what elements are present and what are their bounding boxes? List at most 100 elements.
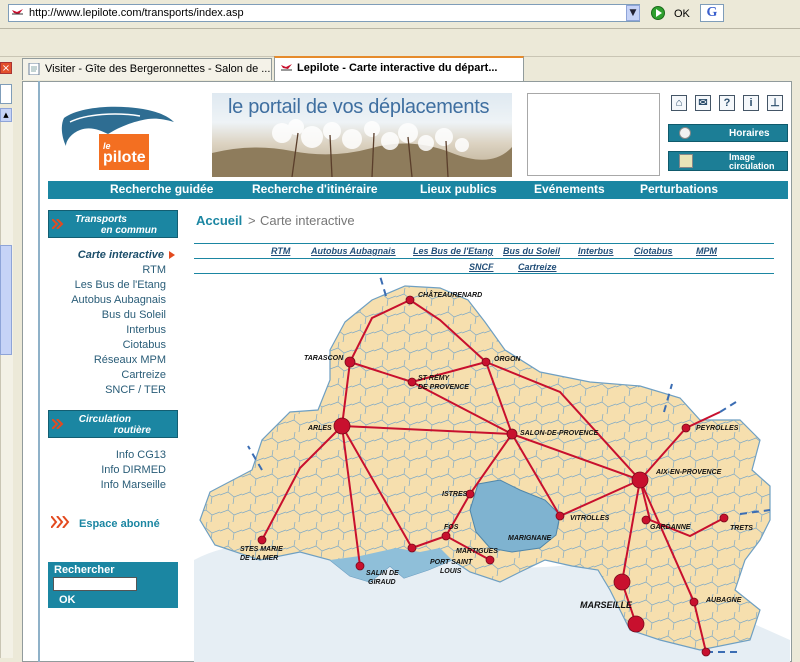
- close-icon[interactable]: ×: [0, 62, 12, 74]
- page-left-border: [38, 81, 40, 662]
- city-label: ST RÉMY: [418, 373, 450, 382]
- city-label: TARASCON: [304, 355, 344, 362]
- site-favicon-icon: [11, 7, 24, 18]
- address-input[interactable]: http://www.lepilote.com/transports/index…: [8, 4, 640, 22]
- sidebar-header-line1: Circulation: [78, 414, 131, 425]
- side-panel-scrollbar[interactable]: [0, 108, 13, 658]
- sidebar-item-bus-etang[interactable]: Les Bus de l'Etang: [75, 279, 166, 291]
- sidebar-item-info-dirmed[interactable]: Info DIRMED: [101, 464, 166, 476]
- interactive-transport-map[interactable]: CHÂTEAURENARD TARASCON ORGON ST RÉMY DE …: [194, 276, 790, 662]
- city-label: PORT SAINT: [430, 559, 473, 566]
- divider: [194, 258, 774, 259]
- operator-link-cartreize[interactable]: Cartreize: [518, 262, 557, 272]
- nav-lieux-publics[interactable]: Lieux publics: [420, 182, 497, 196]
- nav-recherche-itineraire[interactable]: Recherche d'itinéraire: [252, 182, 378, 196]
- scroll-up-icon[interactable]: ▲: [0, 108, 12, 122]
- search-input[interactable]: [53, 577, 137, 591]
- tab-label: Visiter - Gîte des Bergeronnettes - Salo…: [45, 63, 271, 75]
- city-label: SALON-DE-PROVENCE: [520, 430, 599, 437]
- operator-link-sncf[interactable]: SNCF: [469, 262, 494, 272]
- active-marker-icon: [169, 251, 175, 259]
- traffic-map-icon: [679, 154, 693, 168]
- mail-icon[interactable]: ✉: [695, 95, 711, 111]
- city-label: DE LA MER: [240, 555, 278, 562]
- divider: [194, 243, 774, 244]
- breadcrumb-home[interactable]: Accueil: [196, 213, 242, 228]
- horaires-label: Horaires: [729, 128, 770, 139]
- chevron-right-icon: [51, 516, 70, 528]
- sidebar-item-bus-soleil[interactable]: Bus du Soleil: [102, 309, 166, 321]
- chevron-right-icon: [52, 419, 64, 429]
- banner-title: le portail de vos déplacements: [228, 96, 490, 118]
- chevron-right-icon: [52, 219, 64, 229]
- city-label: CHÂTEAURENARD: [418, 290, 482, 299]
- sidebar-item-cartreize[interactable]: Cartreize: [121, 369, 166, 381]
- sidebar-item-info-cg13[interactable]: Info CG13: [116, 449, 166, 461]
- sidebar-item-autobus-aubagnais[interactable]: Autobus Aubagnais: [71, 294, 166, 306]
- site-favicon-icon: [281, 64, 292, 71]
- sidebar-item-reseaux-mpm[interactable]: Réseaux MPM: [94, 354, 166, 366]
- tab-gite[interactable]: Visiter - Gîte des Bergeronnettes - Salo…: [22, 58, 272, 80]
- horaires-button[interactable]: Horaires: [668, 124, 788, 142]
- clock-icon: [679, 127, 691, 139]
- address-dropdown-icon[interactable]: ▼: [626, 5, 640, 21]
- search-ok-button[interactable]: OK: [59, 594, 76, 606]
- search-engine-icon[interactable]: G: [700, 4, 724, 22]
- city-label: LOUIS: [440, 568, 462, 575]
- sidebar-item-sncf-ter[interactable]: SNCF / TER: [105, 384, 166, 396]
- sidebar-item-rtm[interactable]: RTM: [142, 264, 166, 276]
- nav-evenements[interactable]: Evénements: [534, 182, 605, 196]
- city-label: MARSEILLE: [580, 600, 633, 610]
- tab-toolbar: [0, 29, 800, 57]
- city-label: MARTIGUES: [456, 548, 498, 555]
- sitemap-icon[interactable]: ⊥: [767, 95, 783, 111]
- image-circulation-button[interactable]: Image circulation: [668, 151, 788, 171]
- tab-lepilote[interactable]: Lepilote - Carte interactive du départ..…: [274, 56, 524, 81]
- go-button-label[interactable]: OK: [674, 8, 690, 20]
- city-label: ISTRES: [442, 491, 468, 498]
- sidebar-item-carte-interactive[interactable]: Carte interactive: [78, 249, 164, 261]
- city-label: TRETS: [730, 525, 753, 532]
- operator-link-mpm[interactable]: MPM: [696, 246, 717, 256]
- scrollbar-thumb[interactable]: [0, 245, 12, 355]
- divider: [194, 273, 774, 274]
- side-panel-field[interactable]: [0, 84, 12, 104]
- info-icon[interactable]: i: [743, 95, 759, 111]
- sidebar-header-line1: Transports: [74, 214, 127, 225]
- city-label: AUBAGNE: [705, 597, 742, 604]
- sidebar-header-line2: routière: [113, 425, 151, 436]
- nav-perturbations[interactable]: Perturbations: [640, 182, 718, 196]
- operator-link-autobus-aubagnais[interactable]: Autobus Aubagnais: [311, 246, 396, 256]
- search-label: Rechercher: [54, 564, 115, 576]
- sidebar-item-ciotabus[interactable]: Ciotabus: [123, 339, 166, 351]
- breadcrumb-separator: >: [248, 213, 256, 228]
- city-label: PEYROLLES: [696, 425, 739, 432]
- operator-link-interbus[interactable]: Interbus: [578, 246, 614, 256]
- nav-recherche-guidee[interactable]: Recherche guidée: [110, 182, 213, 196]
- operator-link-bus-etang[interactable]: Les Bus de l'Etang: [413, 246, 493, 256]
- logo-text: pilote: [103, 149, 146, 166]
- city-label: ORGON: [494, 356, 521, 363]
- espace-abonne-link[interactable]: Espace abonné: [79, 518, 160, 530]
- header-frame: [527, 93, 660, 176]
- city-label: STES MARIE: [240, 546, 283, 553]
- operator-link-ciotabus[interactable]: Ciotabus: [634, 246, 673, 256]
- city-label: DE PROVENCE: [418, 384, 469, 391]
- sidebar-header-circulation[interactable]: Circulation routière: [48, 410, 178, 438]
- home-icon[interactable]: ⌂: [671, 95, 687, 111]
- city-label: ARLES: [307, 425, 332, 432]
- city-label: GARDANNE: [650, 524, 691, 531]
- page-icon: [28, 63, 40, 75]
- city-label: VITROLLES: [570, 515, 610, 522]
- operator-link-rtm[interactable]: RTM: [271, 246, 290, 256]
- sidebar-item-interbus[interactable]: Interbus: [126, 324, 166, 336]
- breadcrumb-current: Carte interactive: [260, 213, 355, 228]
- city-label: MARIGNANE: [508, 535, 551, 542]
- operator-link-bus-soleil[interactable]: Bus du Soleil: [503, 246, 560, 256]
- help-icon[interactable]: ?: [719, 95, 735, 111]
- go-icon[interactable]: [651, 6, 665, 20]
- city-label: AIX-EN-PROVENCE: [655, 469, 722, 476]
- sidebar-header-transports[interactable]: Transports en commun: [48, 210, 178, 238]
- tab-label: Lepilote - Carte interactive du départ..…: [297, 62, 498, 74]
- sidebar-item-info-marseille[interactable]: Info Marseille: [101, 479, 166, 491]
